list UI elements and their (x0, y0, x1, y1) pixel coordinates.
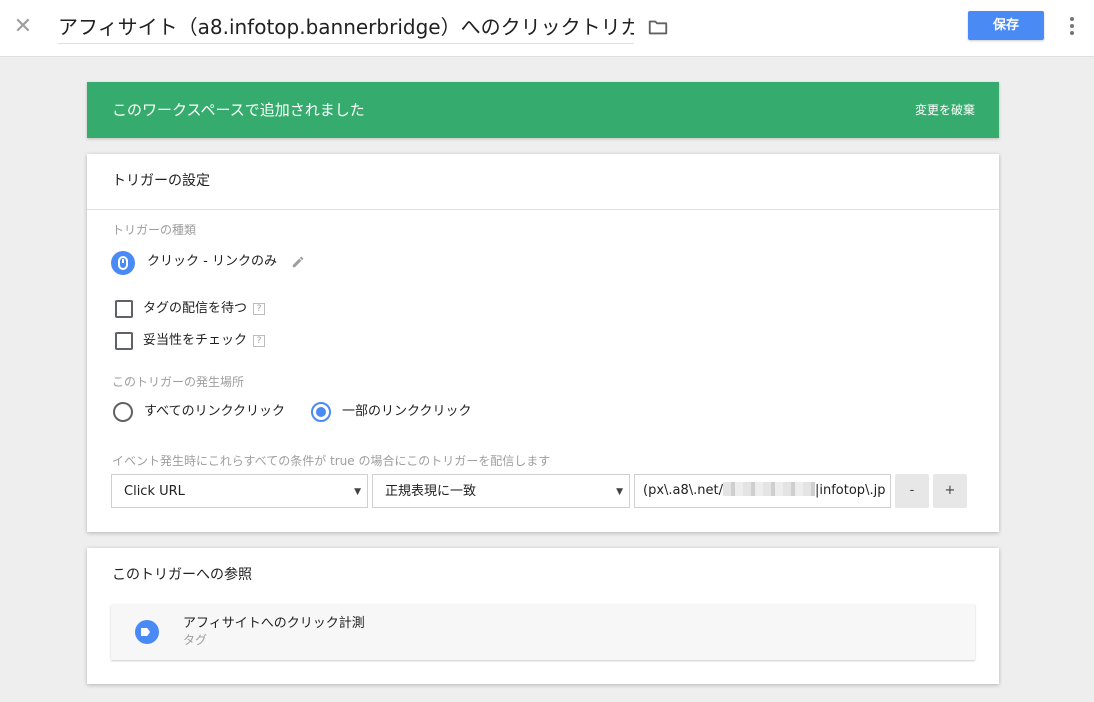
reference-name: アフィサイトへのクリック計測 (183, 616, 365, 631)
trigger-config-card: トリガーの設定 トリガーの種類 クリック - リンクのみ タグの配信を待つ? 妥… (87, 154, 999, 532)
value-prefix: (px\.a8\.net/ (643, 483, 723, 498)
radio-label: 一部のリンククリック (342, 404, 472, 419)
radio-label: すべてのリンククリック (144, 404, 286, 419)
fire-on-label: このトリガーの発生場所 (112, 375, 245, 389)
trigger-type-name[interactable]: クリック - リンクのみ (147, 252, 277, 272)
operator-select[interactable]: 正規表現に一致 ▼ (372, 474, 630, 508)
checkbox-label: 妥当性をチェック? (143, 332, 266, 350)
card-title: トリガーの設定 (112, 173, 210, 189)
mouse-icon (111, 251, 135, 275)
check-validation-label: 妥当性をチェック (143, 333, 248, 348)
value-suffix: |infotop\.jp (815, 483, 886, 498)
operator-value: 正規表現に一致 (385, 484, 477, 499)
variable-select[interactable]: Click URL ▼ (111, 474, 368, 508)
dropdown-arrow-icon: ▼ (616, 487, 623, 497)
wait-for-tags-label: タグの配信を待つ (143, 301, 248, 316)
condition-value-input[interactable]: (px\.a8\.net/ |infotop\.jp (634, 474, 891, 508)
add-condition-button[interactable]: + (933, 474, 967, 508)
check-validation-checkbox[interactable] (115, 332, 133, 350)
tag-icon (135, 620, 159, 644)
checkbox-label: タグの配信を待つ? (143, 300, 266, 318)
help-icon[interactable]: ? (253, 303, 266, 315)
some-link-clicks-radio[interactable] (311, 402, 331, 422)
discard-changes-button[interactable]: 変更を破棄 (915, 101, 975, 119)
banner-message: このワークスペースで追加されました (112, 101, 365, 119)
dropdown-arrow-icon: ▼ (354, 487, 361, 497)
close-icon[interactable]: ✕ (10, 14, 36, 40)
all-link-clicks-radio[interactable] (113, 402, 133, 422)
variable-value: Click URL (124, 484, 185, 499)
condition-label: イベント発生時にこれらすべての条件が true の場合にこのトリガーを配信します (112, 454, 551, 468)
save-button[interactable]: 保存 (968, 11, 1044, 40)
trigger-type-label: トリガーの種類 (112, 223, 197, 237)
wait-for-tags-checkbox[interactable] (115, 300, 133, 318)
remove-condition-button[interactable]: - (895, 474, 929, 508)
pencil-icon[interactable] (291, 255, 305, 269)
list-item[interactable]: アフィサイトへのクリック計測 タグ (111, 604, 975, 660)
trigger-name-input[interactable]: アフィサイト（a8.infotop.bannerbridge）へのクリックトリガ… (58, 12, 634, 44)
references-title: このトリガーへの参照 (112, 567, 252, 583)
more-vert-icon[interactable] (1062, 14, 1082, 40)
reference-type: タグ (183, 633, 208, 647)
help-icon[interactable]: ? (253, 335, 266, 347)
redacted-text (723, 482, 815, 496)
top-bar: ✕ アフィサイト（a8.infotop.bannerbridge）へのクリックト… (0, 0, 1094, 57)
workspace-banner: このワークスペースで追加されました 変更を破棄 (87, 82, 999, 138)
folder-icon[interactable] (647, 16, 669, 38)
trigger-references-card: このトリガーへの参照 アフィサイトへのクリック計測 タグ (87, 548, 999, 684)
card-header: トリガーの設定 (87, 154, 999, 210)
